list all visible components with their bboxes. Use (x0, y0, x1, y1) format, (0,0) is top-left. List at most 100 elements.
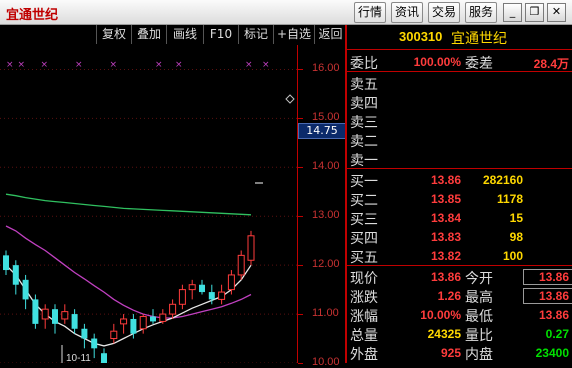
candle-body-up (41, 308, 49, 320)
tab-market[interactable]: 行情 (354, 2, 386, 23)
add-watchlist-button[interactable]: +自选 (273, 25, 314, 44)
axis-tick (298, 216, 303, 218)
buy-level-volume: 98 (509, 230, 523, 244)
candle-body-up (178, 289, 186, 305)
tab-service[interactable]: 服务 (465, 2, 497, 23)
signal-marker: × (262, 60, 270, 70)
divider (347, 168, 572, 169)
sell-level-label: 卖二 (350, 134, 378, 150)
stat-label: 涨跌 (350, 290, 378, 306)
price-axis-label: 16.00 (312, 62, 340, 75)
buy-level-volume: 100 (502, 249, 523, 263)
sell-level-label: 卖五 (350, 77, 378, 93)
app-title: 宜通世纪 (6, 8, 59, 23)
candle-body-down (71, 314, 78, 329)
stat-label: 涨幅 (350, 309, 378, 325)
stat-value: 10.00% (420, 308, 461, 322)
candle-body-up (120, 318, 128, 325)
close-button[interactable]: ✕ (547, 3, 566, 22)
stat-value: 24325 (427, 327, 461, 341)
buy-level-label: 买三 (350, 212, 378, 228)
candle-body-down (52, 309, 58, 324)
chart-toolbar: 复权 叠加 画线 F10 标记 +自选 返回 (0, 25, 345, 45)
candle-body-down (22, 279, 29, 300)
candle-body-up (218, 291, 226, 300)
weibi-label: 委比 (350, 56, 378, 72)
candle-body-up (227, 274, 235, 291)
buy-level-price: 13.83 (430, 230, 461, 244)
stat-label: 总量 (350, 328, 378, 344)
overlay-button[interactable]: 叠加 (131, 25, 166, 44)
price-axis-label: 15.00 (312, 111, 340, 124)
mark-button[interactable]: 标记 (238, 25, 273, 44)
signal-marker: × (245, 60, 253, 70)
stat-label: 最高 (465, 290, 493, 306)
buy-level-price: 13.86 (430, 173, 461, 187)
divider (347, 71, 572, 72)
buy-level-price: 13.84 (430, 211, 461, 225)
candle-body-up (139, 316, 147, 330)
restore-button[interactable]: ❐ (525, 3, 544, 22)
axis-tick (298, 314, 303, 316)
stat-value: 925 (440, 346, 461, 360)
weibi-value: 100.00% (413, 55, 461, 69)
axis-tick (298, 167, 303, 169)
candle-body-up (237, 254, 245, 276)
minimize-button[interactable]: _ (503, 3, 522, 22)
signal-marker: × (18, 60, 26, 70)
title-bar: 宜通世纪 行情 资讯 交易 服务 _ ❐ ✕ (0, 0, 572, 25)
divider (347, 265, 572, 266)
price-axis-label: 11.00 (312, 307, 339, 320)
buy-level-volume: 282160 (482, 173, 523, 187)
stat-label: 量比 (465, 328, 493, 344)
tab-news[interactable]: 资讯 (391, 2, 423, 23)
axis-tick (298, 265, 303, 267)
back-button[interactable]: 返回 (314, 25, 346, 44)
signal-marker: × (75, 60, 83, 70)
stat-label: 外盘 (350, 347, 378, 363)
restore-rights-button[interactable]: 复权 (96, 25, 131, 44)
stat-value: 23400 (535, 346, 569, 360)
price-axis-label: 10.00 (312, 356, 340, 368)
sell-level-label: 卖三 (350, 115, 378, 131)
weicha-value: 28.4万 (533, 57, 569, 71)
buy-level-label: 买五 (350, 250, 378, 266)
candle-body-up (110, 330, 118, 340)
sell-level-label: 卖一 (350, 153, 378, 169)
buy-level-volume: 1178 (496, 192, 523, 206)
stat-label: 内盘 (465, 347, 493, 363)
signal-marker: × (175, 60, 183, 70)
candle-body-down (130, 318, 137, 334)
ma-line-purple (5, 225, 252, 319)
axis-tick (298, 69, 303, 71)
stock-code: 300310 (399, 29, 443, 44)
candle-body-down (32, 299, 39, 324)
stat-value: 1.26 (437, 289, 461, 303)
signal-marker: × (41, 60, 49, 70)
stat-label: 今开 (465, 271, 493, 287)
stat-value: 0.27 (545, 327, 569, 341)
candle-body-down (208, 292, 215, 300)
buy-level-price: 13.85 (430, 192, 461, 206)
date-marker-label: 10-11 (66, 353, 91, 363)
diamond-marker (285, 94, 295, 104)
stock-name: 宜通世纪 (451, 31, 507, 47)
price-axis: 16.00 15.00 14.00 13.00 12.00 11.00 10.00 14.7… (297, 45, 346, 368)
candle-body-down (199, 284, 205, 293)
stat-value: 13.86 (430, 270, 461, 284)
buy-level-price: 13.82 (430, 249, 461, 263)
buy-level-label: 买一 (350, 174, 378, 190)
signal-marker: × (110, 60, 118, 70)
kline-chart[interactable]: × × × × × × × × × 10-11 (0, 45, 297, 368)
tab-trade[interactable]: 交易 (428, 2, 460, 23)
axis-tick (298, 363, 303, 364)
axis-tick (298, 118, 303, 120)
f10-button[interactable]: F10 (203, 25, 238, 44)
draw-line-button[interactable]: 画线 (166, 25, 203, 44)
price-axis-label: 13.00 (312, 209, 340, 222)
candle-body-up (247, 235, 255, 261)
candle-body-down (150, 316, 156, 322)
ma-line-green (5, 193, 252, 216)
candle-body-up (61, 311, 69, 320)
buy-level-label: 买二 (350, 193, 378, 209)
